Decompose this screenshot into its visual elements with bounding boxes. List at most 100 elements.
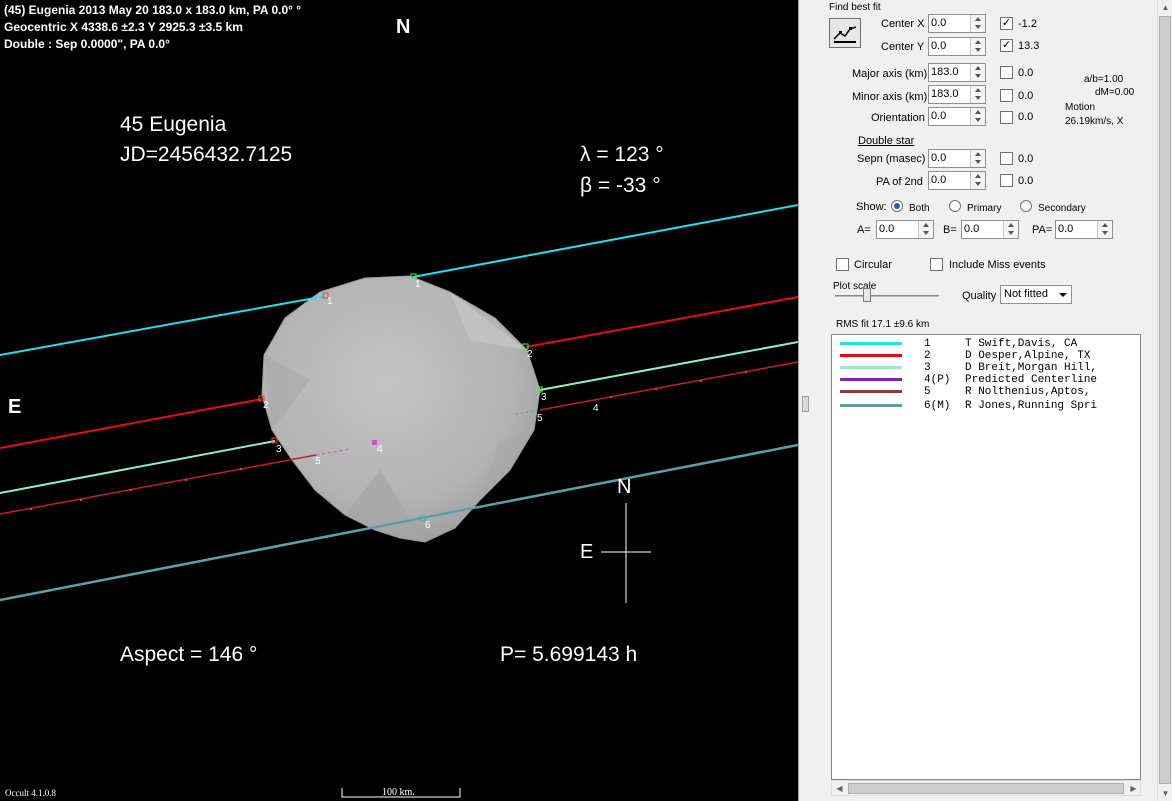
compass-east: E — [580, 541, 594, 563]
compass-north: N — [617, 476, 632, 498]
observer-list[interactable]: 1 T Swift,Davis, CA 2 D Oesper,Alpine, T… — [831, 334, 1141, 780]
b-input[interactable]: 0.0 — [961, 220, 1019, 239]
major-axis-input[interactable]: 183.0 — [928, 63, 986, 82]
show-both-radio[interactable] — [891, 200, 903, 212]
orientation-spin-arrows[interactable] — [970, 108, 985, 125]
major-axis-spin-arrows[interactable] — [970, 64, 985, 81]
motion-label: Motion — [1065, 102, 1096, 113]
major-axis-checkbox[interactable] — [1000, 66, 1013, 79]
show-primary-radio[interactable] — [949, 200, 961, 212]
pa2nd-spin-arrows[interactable] — [970, 172, 985, 189]
east-label-left: E — [8, 396, 22, 418]
sepn-spin-arrows[interactable] — [970, 150, 985, 167]
panel-vscrollbar[interactable]: ▲ ▼ — [1157, 0, 1172, 801]
observer-row[interactable]: 5 R Nolthenius,Aptos, — [832, 386, 1132, 398]
chord-label-4a: 4 — [377, 444, 383, 455]
observer-name: Predicted Centerline — [965, 374, 1098, 386]
pa2nd-input[interactable]: 0.0 — [928, 171, 986, 190]
observer-row[interactable]: 4(P) Predicted Centerline — [832, 374, 1132, 386]
object-name: 45 Eugenia — [120, 113, 227, 136]
show-secondary-radio[interactable] — [1020, 200, 1032, 212]
motion-value: 26.19km/s, X — [1065, 116, 1124, 127]
observer-number: 6(M) — [924, 400, 951, 412]
center-x-checkbox[interactable]: ✓ — [1000, 17, 1013, 30]
observer-color-swatch — [840, 366, 902, 369]
center-y-input[interactable]: 0.0 — [928, 37, 986, 56]
splitter-grip[interactable] — [802, 396, 809, 412]
orientation-label: Orientation — [871, 112, 925, 124]
pa-spin-arrows[interactable] — [1097, 221, 1112, 238]
find-best-fit-label: Find best fit — [829, 2, 881, 13]
pa2nd-label: PA of 2nd — [876, 176, 923, 188]
vscroll-thumb[interactable] — [1159, 16, 1171, 784]
sepn-label: Sepn (masec) — [857, 153, 926, 165]
sepn-input[interactable]: 0.0 — [928, 149, 986, 168]
occultation-plot[interactable]: (45) Eugenia 2013 May 20 183.0 x 183.0 k… — [0, 0, 798, 801]
quality-select-value: Not fitted — [1004, 288, 1049, 300]
observer-row[interactable]: 1 T Swift,Davis, CA — [832, 338, 1132, 350]
scroll-left-icon[interactable]: ◀ — [832, 781, 847, 796]
find-best-fit-button[interactable] — [829, 18, 861, 48]
header-line-2: Geocentric X 4338.6 ±2.3 Y 2925.3 ±3.5 k… — [4, 20, 243, 34]
pa-input[interactable]: 0.0 — [1055, 220, 1113, 239]
north-label-top: N — [396, 16, 411, 38]
center-y-spin-arrows[interactable] — [970, 38, 985, 55]
minor-axis-input[interactable]: 183.0 — [928, 85, 986, 104]
julian-date: JD=2456432.7125 — [120, 143, 293, 166]
hscroll-thumb[interactable] — [848, 783, 1124, 794]
chord-label-5b: 5 — [537, 413, 543, 424]
observer-row[interactable]: 3 D Breit,Morgan Hill, — [832, 362, 1132, 374]
minor-axis-checkbox[interactable] — [1000, 89, 1013, 102]
scroll-up-icon[interactable]: ▲ — [1158, 0, 1172, 15]
chevron-down-icon — [1059, 293, 1067, 297]
plot-scale-thumb[interactable] — [863, 288, 871, 302]
show-secondary-label: Secondary — [1038, 203, 1086, 214]
center-x-result: -1.2 — [1018, 18, 1037, 30]
circular-label: Circular — [854, 259, 892, 271]
observer-name: D Breit,Morgan Hill, — [965, 362, 1098, 374]
rms-fit-label: RMS fit 17.1 ±9.6 km — [836, 319, 930, 330]
observer-color-swatch — [840, 378, 902, 381]
circular-checkbox[interactable] — [836, 258, 849, 271]
pa-label: PA= — [1032, 224, 1053, 236]
observer-row[interactable]: 2 D Oesper,Alpine, TX — [832, 350, 1132, 362]
chord-3-line-right — [539, 341, 798, 391]
show-label: Show: — [856, 201, 887, 213]
b-spin-arrows[interactable] — [1003, 221, 1018, 238]
chord-3-line-left — [0, 440, 276, 494]
chord-2-line-right — [525, 296, 798, 348]
sepn-result: 0.0 — [1018, 153, 1034, 165]
quality-select[interactable]: Not fitted — [1000, 285, 1072, 304]
a-input[interactable]: 0.0 — [876, 220, 934, 239]
aspect-value: Aspect = 146 ° — [120, 643, 258, 666]
beta-value: β = -33 ° — [580, 174, 661, 197]
a-spin-arrows[interactable] — [918, 221, 933, 238]
major-axis-result: 0.0 — [1018, 67, 1034, 79]
a-label: A= — [857, 224, 871, 236]
orientation-input[interactable]: 0.0 — [928, 107, 986, 126]
chord-2-line-left — [0, 398, 263, 449]
fit-control-panel: Find best fit Center X 0.0 ✓ -1.2 Center… — [812, 0, 1157, 801]
scroll-right-icon[interactable]: ▶ — [1126, 781, 1141, 796]
pa2nd-checkbox[interactable] — [1000, 174, 1013, 187]
chord-label-2a: 2 — [263, 400, 269, 411]
sepn-checkbox[interactable] — [1000, 152, 1013, 165]
orientation-checkbox[interactable] — [1000, 111, 1013, 124]
center-x-spin-arrows[interactable] — [970, 15, 985, 32]
include-miss-checkbox[interactable] — [930, 258, 943, 271]
minor-axis-label: Minor axis (km) — [852, 91, 928, 103]
plot-scale-track[interactable] — [835, 295, 939, 297]
scroll-down-icon[interactable]: ▼ — [1158, 786, 1172, 801]
version-label: Occult 4.1.0.8 — [5, 788, 56, 798]
observer-list-hscrollbar[interactable]: ◀ ▶ — [831, 780, 1141, 796]
scale-label: 100 km. — [382, 787, 415, 798]
minor-axis-spin-arrows[interactable] — [970, 86, 985, 103]
observer-number: 5 — [924, 386, 931, 398]
center-x-input[interactable]: 0.0 — [928, 14, 986, 33]
observer-row[interactable]: 6(M) R Jones,Running Spri — [832, 400, 1132, 412]
center-y-checkbox[interactable]: ✓ — [1000, 39, 1013, 52]
major-axis-label: Major axis (km) — [852, 68, 928, 80]
panel-splitter[interactable] — [798, 0, 812, 801]
double-star-heading: Double star — [858, 135, 915, 147]
show-primary-label: Primary — [967, 203, 1002, 214]
